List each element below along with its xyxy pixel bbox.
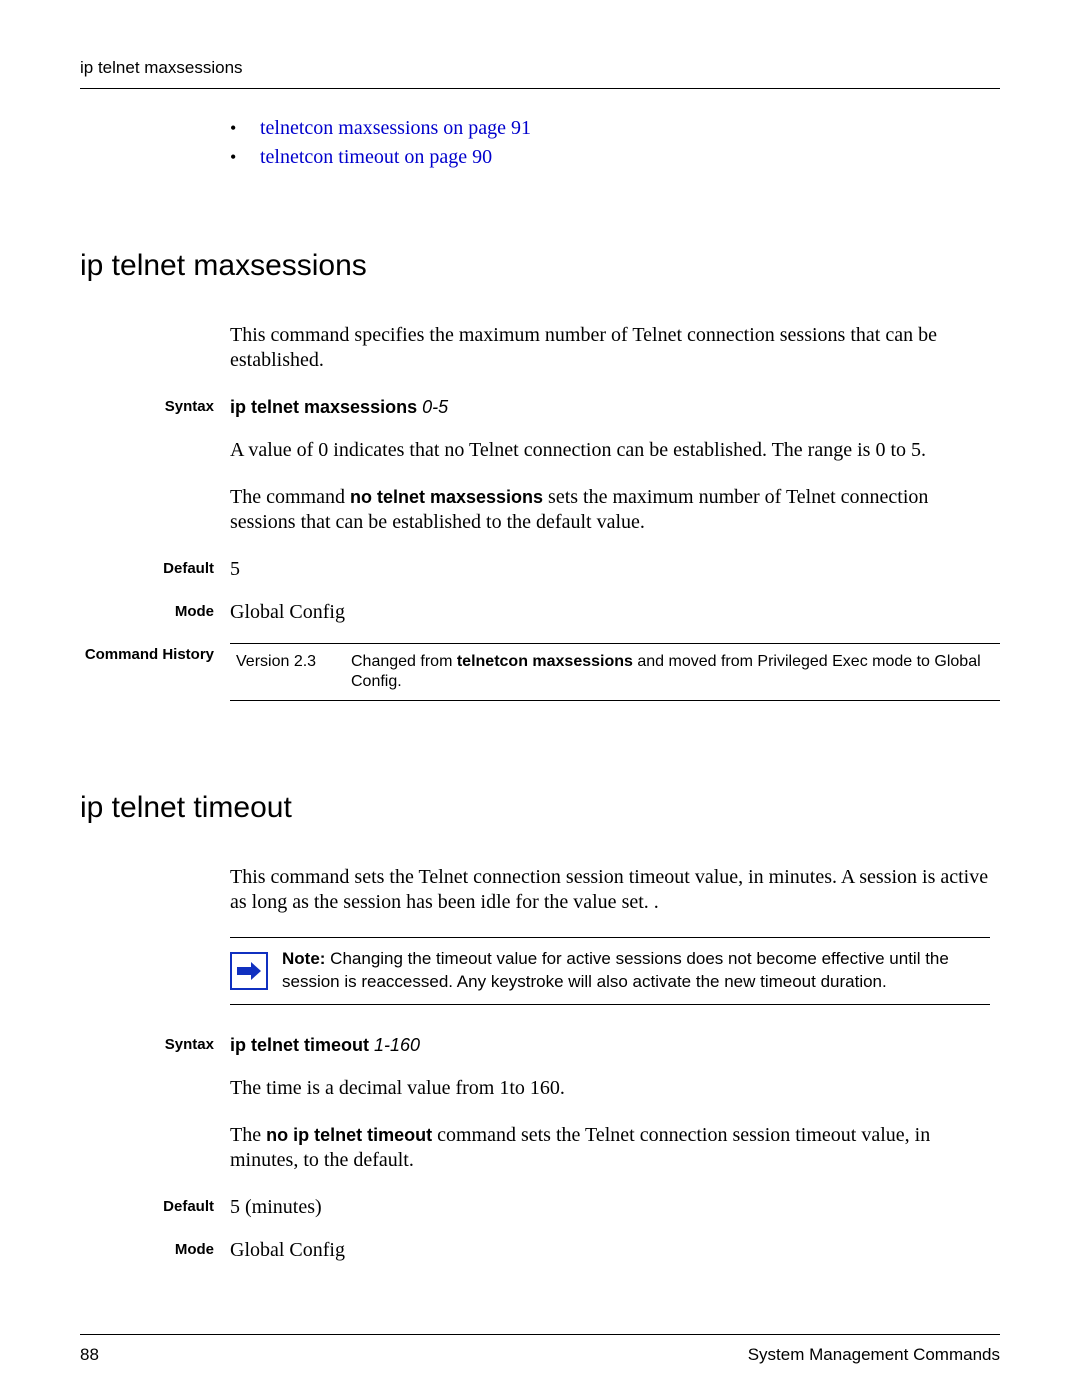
mode-row: Mode Global Config [80, 600, 1000, 625]
mode-row: Mode Global Config [80, 1238, 1000, 1263]
page-body: ip telnet maxsessions • telnetcon maxses… [0, 0, 1080, 1321]
mode-label: Mode [80, 1238, 230, 1258]
xref-link-telnetcon-timeout[interactable]: telnetcon timeout on page 90 [260, 146, 492, 169]
detail-paragraph: The command no telnet maxsessions sets t… [230, 485, 990, 535]
text-pre: Changed from [351, 653, 457, 670]
default-value: 5 (minutes) [230, 1195, 1000, 1220]
note-box: Note: Changing the timeout value for act… [230, 937, 990, 1005]
section-heading-ip-telnet-maxsessions: ip telnet maxsessions [80, 249, 1000, 283]
syntax-value: ip telnet timeout 1-160 [230, 1033, 1000, 1058]
page-footer: 88 System Management Commands [80, 1334, 1000, 1365]
mode-value: Global Config [230, 1238, 1000, 1263]
syntax-value: ip telnet maxsessions 0-5 [230, 395, 1000, 420]
intro-paragraph: This command sets the Telnet connection … [230, 865, 990, 915]
xref-item: • telnetcon maxsessions on page 91 [230, 117, 1000, 140]
detail-paragraph: The time is a decimal value from 1to 160… [230, 1076, 990, 1101]
syntax-label: Syntax [80, 1033, 230, 1053]
detail-paragraph: A value of 0 indicates that no Telnet co… [230, 438, 990, 463]
page-number: 88 [80, 1345, 99, 1365]
note-label: Note: [282, 949, 325, 968]
syntax-row: Syntax ip telnet maxsessions 0-5 [80, 395, 1000, 420]
note-text: Note: Changing the timeout value for act… [282, 948, 990, 994]
table-row: Version 2.3 Changed from telnetcon maxse… [230, 644, 1000, 701]
section-heading-ip-telnet-timeout: ip telnet timeout [80, 791, 1000, 825]
cross-reference-list: • telnetcon maxsessions on page 91 • tel… [230, 117, 1000, 169]
text-pre: The [230, 1124, 266, 1146]
bullet-icon: • [230, 147, 260, 168]
default-label: Default [80, 1195, 230, 1215]
default-row: Default 5 [80, 557, 1000, 582]
chapter-title: System Management Commands [748, 1345, 1000, 1365]
default-row: Default 5 (minutes) [80, 1195, 1000, 1220]
inline-command: no ip telnet timeout [266, 1125, 432, 1145]
mode-label: Mode [80, 600, 230, 620]
syntax-command: ip telnet timeout [230, 1035, 369, 1055]
command-history-label: Command History [80, 643, 230, 664]
command-history-value: Version 2.3 Changed from telnetcon maxse… [230, 643, 1000, 701]
running-header: ip telnet maxsessions [80, 58, 1000, 78]
history-desc-cell: Changed from telnetcon maxsessions and m… [345, 644, 1000, 701]
history-table: Version 2.3 Changed from telnetcon maxse… [230, 643, 1000, 701]
note-body: Changing the timeout value for active se… [282, 949, 949, 991]
syntax-argument: 0-5 [422, 397, 448, 417]
history-version-cell: Version 2.3 [230, 644, 345, 701]
xref-link-telnetcon-maxsessions[interactable]: telnetcon maxsessions on page 91 [260, 117, 531, 140]
bullet-icon: • [230, 118, 260, 139]
command-history-row: Command History Version 2.3 Changed from… [80, 643, 1000, 701]
header-rule [80, 88, 1000, 89]
text-pre: The command [230, 486, 350, 508]
default-label: Default [80, 557, 230, 577]
syntax-row: Syntax ip telnet timeout 1-160 [80, 1033, 1000, 1058]
syntax-label: Syntax [80, 395, 230, 415]
syntax-command: ip telnet maxsessions [230, 397, 417, 417]
detail-paragraph: The no ip telnet timeout command sets th… [230, 1123, 990, 1173]
xref-item: • telnetcon timeout on page 90 [230, 146, 1000, 169]
arrow-right-icon [230, 952, 268, 990]
syntax-argument: 1-160 [374, 1035, 420, 1055]
footer-rule [80, 1334, 1000, 1335]
inline-command: no telnet maxsessions [350, 487, 543, 507]
mode-value: Global Config [230, 600, 1000, 625]
default-value: 5 [230, 557, 1000, 582]
inline-command: telnetcon maxsessions [457, 653, 633, 670]
intro-paragraph: This command specifies the maximum numbe… [230, 323, 990, 373]
